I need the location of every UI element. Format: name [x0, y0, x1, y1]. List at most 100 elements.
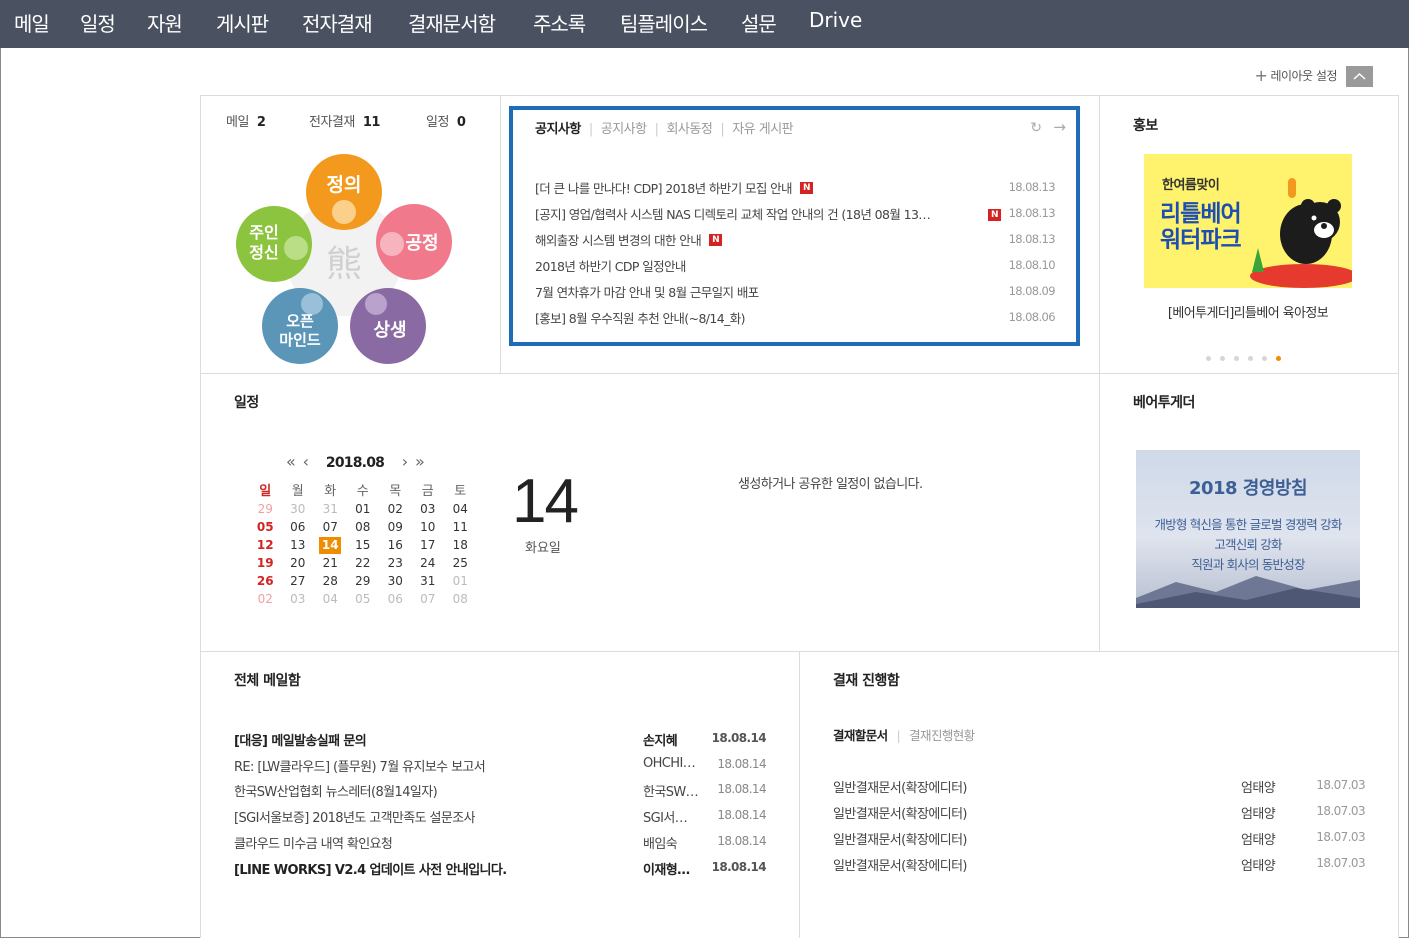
calendar-day[interactable]: 17 — [412, 536, 445, 554]
tab-company-news[interactable]: 회사동정 — [666, 122, 712, 137]
notice-item[interactable]: [홍보] 8월 우수직원 추천 안내(~8/14_화) 18.08.06 — [535, 308, 1056, 330]
carousel-dot[interactable] — [1220, 356, 1225, 361]
tab-notice[interactable]: 공지사항 — [601, 122, 647, 137]
notice-item[interactable]: 7월 연차휴가 마감 안내 및 8월 근무일지 배포 18.08.09 — [535, 282, 1056, 304]
layout-setting-link[interactable]: + 레이아웃 설정 — [1255, 66, 1338, 85]
calendar-day[interactable]: 06 — [282, 518, 315, 536]
promo-banner-line1: 한여름맞이 — [1162, 178, 1220, 193]
calendar-day[interactable]: 31 — [412, 572, 445, 590]
calendar-day[interactable]: 29 — [347, 572, 380, 590]
approval-row[interactable]: 일반결재문서(확장에디터) 엄태양 18.07.03 — [833, 829, 1366, 851]
collapse-button[interactable] — [1346, 66, 1373, 87]
calendar-day[interactable]: 16 — [379, 536, 412, 554]
calendar-day[interactable]: 11 — [444, 518, 477, 536]
calendar-day[interactable]: 12 — [249, 536, 282, 554]
tab-notice-main[interactable]: 공지사항 — [535, 122, 581, 137]
calendar-day[interactable]: 19 — [249, 554, 282, 572]
calendar-day[interactable]: 03 — [412, 500, 445, 518]
refresh-icon[interactable]: ↻ — [1030, 120, 1042, 136]
summary-mail[interactable]: 메일 2 — [226, 111, 266, 130]
carousel-dot[interactable] — [1206, 356, 1211, 361]
calendar-day[interactable]: 10 — [412, 518, 445, 536]
chevron-right-icon[interactable]: › — [402, 452, 408, 471]
notice-item-title: [홍보] 8월 우수직원 추천 안내(~8/14_화) — [535, 311, 745, 326]
tab-pending-approval[interactable]: 결재할문서 — [833, 728, 888, 743]
calendar-day[interactable]: 04 — [314, 590, 347, 608]
notice-item[interactable]: 2018년 하반기 CDP 일정안내 18.08.10 — [535, 256, 1056, 278]
approval-doc-title: 일반결재문서(확장에디터) — [833, 859, 968, 874]
calendar-day[interactable]: 30 — [379, 572, 412, 590]
calendar-day[interactable]: 05 — [249, 518, 282, 536]
calendar-day[interactable]: 08 — [444, 590, 477, 608]
calendar-day[interactable]: 23 — [379, 554, 412, 572]
calendar-day[interactable]: 06 — [379, 590, 412, 608]
summary-schedule[interactable]: 일정 0 — [426, 111, 466, 130]
carousel-dot-active[interactable] — [1276, 356, 1281, 361]
calendar-day[interactable]: 18 — [444, 536, 477, 554]
approval-row[interactable]: 일반결재문서(확장에디터) 엄태양 18.07.03 — [833, 777, 1366, 799]
banner-line: 직원과 회사의 동반성장 — [1191, 557, 1305, 572]
double-chevron-right-icon[interactable]: » — [415, 452, 425, 471]
nav-contacts[interactable]: 주소록 — [533, 8, 586, 37]
mail-row[interactable]: 한국SW산업협회 뉴스레터(8월14일자) 한국SW… 18.08.14 — [234, 781, 767, 803]
calendar-day[interactable]: 01 — [347, 500, 380, 518]
mail-row[interactable]: RE: [LW클라우드] (플무원) 7월 유지보수 보고서 OHCHI… 18.0… — [234, 756, 767, 778]
nav-mail[interactable]: 메일 — [14, 8, 50, 37]
calendar-day[interactable]: 24 — [412, 554, 445, 572]
nav-drive[interactable]: Drive — [809, 8, 862, 32]
calendar-day[interactable]: 31 — [314, 500, 347, 518]
nav-teamplace[interactable]: 팀플레이스 — [620, 8, 708, 37]
calendar-day[interactable]: 09 — [379, 518, 412, 536]
carousel-dot[interactable] — [1234, 356, 1239, 361]
calendar-day[interactable]: 01 — [444, 572, 477, 590]
calendar-day[interactable]: 27 — [282, 572, 315, 590]
calendar-day[interactable]: 25 — [444, 554, 477, 572]
carousel-dot[interactable] — [1248, 356, 1253, 361]
calendar-day[interactable]: 20 — [282, 554, 315, 572]
mail-row[interactable]: [LINE WORKS] V2.4 업데이트 사전 안내입니다. 이재형… 18.0… — [234, 859, 767, 881]
arrow-right-icon[interactable]: → — [1053, 118, 1066, 136]
promo-banner[interactable]: 한여름맞이 리틀베어 워터파크 — [1144, 154, 1352, 288]
calendar-day[interactable]: 08 — [347, 518, 380, 536]
calendar-day[interactable]: 26 — [249, 572, 282, 590]
tab-free-board[interactable]: 자유 게시판 — [732, 122, 793, 137]
summary-approval[interactable]: 전자결재 11 — [309, 111, 380, 130]
calendar-day[interactable]: 07 — [314, 518, 347, 536]
calendar-day[interactable]: 21 — [314, 554, 347, 572]
nav-calendar[interactable]: 일정 — [80, 8, 116, 37]
calendar-day[interactable]: 13 — [282, 536, 315, 554]
promo-caption[interactable]: [베어투게더]리틀베어 육아정보 — [1144, 302, 1352, 321]
mail-row[interactable]: [대응] 메일발송실패 문의 손지혜 18.08.14 — [234, 730, 767, 752]
calendar-day[interactable]: 22 — [347, 554, 380, 572]
calendar-day[interactable]: 05 — [347, 590, 380, 608]
carousel-dot[interactable] — [1262, 356, 1267, 361]
nav-approval-docs[interactable]: 결재문서함 — [408, 8, 496, 37]
double-chevron-left-icon[interactable]: « — [286, 452, 296, 471]
notice-item[interactable]: [더 큰 나를 만나다! CDP] 2018년 하반기 모집 안내 N 18.08.… — [535, 178, 1056, 200]
nav-survey[interactable]: 설문 — [741, 8, 777, 37]
calendar-day[interactable]: 02 — [379, 500, 412, 518]
calendar-day-today[interactable]: 14 — [314, 536, 347, 554]
notice-item[interactable]: 해외출장 시스템 변경의 대한 안내 N 18.08.13 — [535, 230, 1056, 252]
calendar-day[interactable]: 04 — [444, 500, 477, 518]
mail-row[interactable]: 클라우드 미수금 내역 확인요청 배임숙 18.08.14 — [234, 833, 767, 855]
calendar-day[interactable]: 07 — [412, 590, 445, 608]
calendar-day[interactable]: 02 — [249, 590, 282, 608]
calendar-day[interactable]: 29 — [249, 500, 282, 518]
calendar-day[interactable]: 28 — [314, 572, 347, 590]
nav-board[interactable]: 게시판 — [216, 8, 269, 37]
calendar-day[interactable]: 30 — [282, 500, 315, 518]
calendar-day[interactable]: 15 — [347, 536, 380, 554]
calendar-day[interactable]: 03 — [282, 590, 315, 608]
calendar-header: « ‹ 2018.08 › » — [286, 452, 425, 471]
chevron-left-icon[interactable]: ‹ — [303, 452, 309, 471]
management-policy-banner[interactable]: 2018 경영방침 개방형 혁신을 통한 글로벌 경쟁력 강화 고객신뢰 강화 … — [1136, 450, 1360, 608]
value-ownership-line1: 주인 — [249, 223, 278, 242]
nav-approval[interactable]: 전자결재 — [302, 8, 373, 37]
nav-resource[interactable]: 자원 — [147, 8, 183, 37]
notice-item[interactable]: [공지] 영업/협력사 시스템 NAS 디렉토리 교체 작업 안내의 건 (18… — [535, 204, 1056, 226]
mail-row[interactable]: [SGI서울보증] 2018년도 고객만족도 설문조사 SGI서… 18.08.14 — [234, 807, 767, 829]
approval-row[interactable]: 일반결재문서(확장에디터) 엄태양 18.07.03 — [833, 803, 1366, 825]
approval-row[interactable]: 일반결재문서(확장에디터) 엄태양 18.07.03 — [833, 855, 1366, 877]
tab-approval-status[interactable]: 결재진행현황 — [909, 728, 975, 743]
